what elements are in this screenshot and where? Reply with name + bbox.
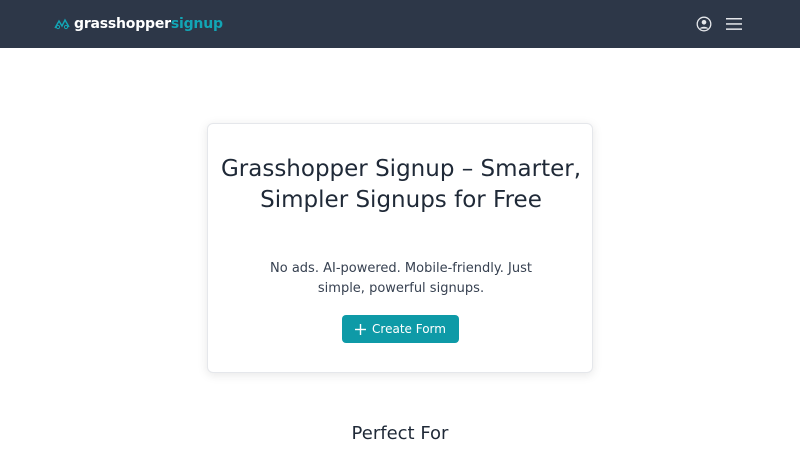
create-form-button[interactable]: Create Form (342, 315, 459, 343)
plus-icon (355, 323, 367, 335)
hero-card: Grasshopper Signup – Smarter, Simpler Si… (207, 123, 593, 373)
menu-button[interactable] (726, 16, 742, 32)
user-circle-icon (696, 16, 712, 32)
grasshopper-logo-icon (54, 18, 70, 30)
top-navbar: grasshoppersignup (0, 0, 800, 48)
brand-name-part-1: grasshopper (74, 16, 171, 32)
account-button[interactable] (696, 16, 712, 32)
hamburger-menu-icon (726, 18, 742, 30)
brand-home-link[interactable]: grasshoppersignup (54, 0, 223, 48)
hero-subtitle: No ads. AI-powered. Mobile-friendly. Jus… (270, 261, 532, 296)
brand-name: grasshoppersignup (74, 16, 223, 32)
navbar-actions (696, 0, 742, 48)
brand-name-part-2: signup (170, 16, 223, 32)
create-form-label: Create Form (372, 322, 446, 336)
hero-title: Grasshopper Signup – Smarter, Simpler Si… (220, 156, 582, 213)
perfect-for-heading: Perfect For (351, 423, 449, 444)
